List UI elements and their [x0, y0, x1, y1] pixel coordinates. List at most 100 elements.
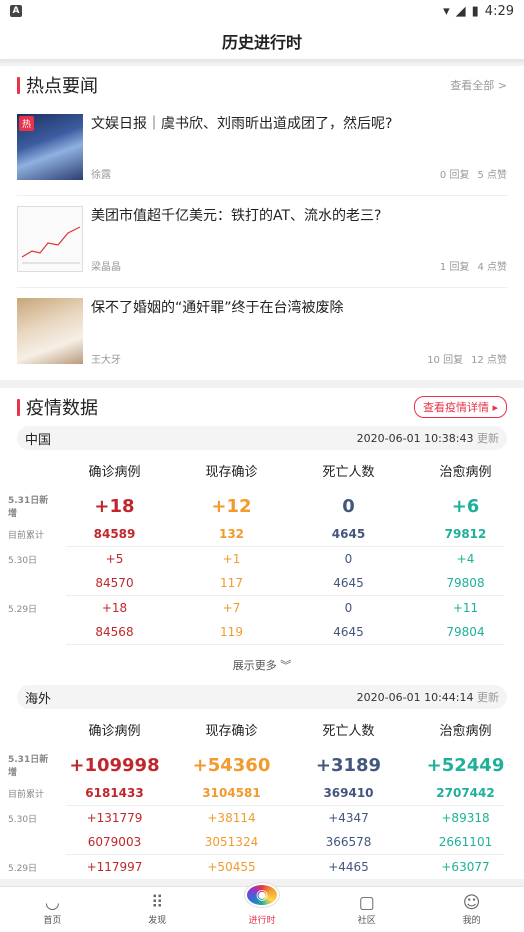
column-header: 死亡人数 [322, 723, 375, 739]
home-icon: ◡ [44, 893, 60, 913]
column-header: 治愈病例 [439, 464, 492, 480]
table-cell: 4645 [333, 576, 364, 590]
table-cell: +4347 [328, 811, 369, 825]
status-bar: A ▾ ◢ ▮ 4:29 [0, 0, 524, 22]
epidemic-title-text: 疫情数据 [26, 398, 98, 419]
table-cell: 366578 [325, 835, 372, 849]
table-cell: +3189 [315, 754, 382, 776]
table-cell: 119 [220, 625, 243, 639]
region-name: 中国 [25, 432, 52, 448]
clock: 4:29 [484, 3, 514, 19]
tab-label: 我的 [462, 916, 481, 926]
table-cell: 79808 [446, 576, 485, 590]
table-cell: +18 [101, 601, 128, 615]
overseas-data-table: 确诊病例 现存确诊 死亡人数 治愈病例 5.31日新增 +109998 +543… [0, 709, 524, 879]
table-cell: 4645 [331, 527, 366, 541]
news-title: 美团市值超千亿美元：铁打的AT、流水的老三? [91, 208, 382, 224]
news-item[interactable]: 热 文娱日报｜虞书欣、刘雨昕出道成团了，然后呢? 徐露 0 回复 5 点赞 [17, 104, 507, 196]
like-count: 12 点赞 [471, 355, 507, 366]
table-row: 6079003 3051324 366578 2661101 [0, 830, 524, 854]
region-bar-overseas: 海外 2020-06-01 10:44:14 更新 [17, 685, 507, 709]
table-cell: 2661101 [438, 835, 493, 849]
china-data-table: 确诊病例 现存确诊 死亡人数 治愈病例 5.31日新增 +18 +12 0 +6… [0, 450, 524, 645]
row-label: 目前累计 [8, 530, 45, 541]
table-cell: +6 [451, 495, 480, 517]
view-all-link[interactable]: 查看全部 > [450, 77, 507, 93]
table-cell: +4 [456, 552, 475, 566]
table-cell: 6181433 [85, 786, 144, 800]
table-row: 5.31日新增 +109998 +54360 +3189 +52449 [0, 749, 524, 781]
table-cell: +131779 [86, 811, 143, 825]
row-label: 5.29日 [8, 604, 38, 615]
table-cell: 4645 [333, 625, 364, 639]
epidemic-title: 疫情数据 [17, 394, 98, 420]
page-title: 历史进行时 [221, 32, 302, 52]
row-label: 目前累计 [8, 789, 45, 800]
column-header: 确诊病例 [88, 723, 141, 739]
table-row: 5.30日 +131779 +38114 +4347 +89318 [0, 806, 524, 830]
like-count: 4 点赞 [477, 262, 507, 273]
epidemic-header: 疫情数据 查看疫情详情 ▸ [17, 388, 507, 426]
profile-icon: ☺ [462, 893, 481, 913]
hot-tag: 热 [19, 116, 35, 131]
hot-news-title: 热点要闻 [17, 72, 98, 98]
tab-profile[interactable]: ☺ 我的 [419, 887, 524, 932]
tab-community[interactable]: ▢ 社区 [314, 887, 419, 932]
community-icon: ▢ [358, 893, 375, 913]
table-row: 目前累计 84589 132 4645 79812 [0, 522, 524, 546]
table-cell: 79812 [444, 527, 487, 541]
stock-chart-image [21, 226, 81, 264]
region-bar-china: 中国 2020-06-01 10:38:43 更新 [17, 426, 507, 450]
reply-count: 0 回复 [439, 170, 470, 181]
table-row: 5.29日 +117997 +50455 +4465 +63077 [0, 855, 524, 879]
tab-label: 社区 [357, 916, 376, 926]
table-cell: 132 [218, 527, 245, 541]
app-header: 历史进行时 [0, 22, 524, 60]
table-cell: 84570 [95, 576, 134, 590]
table-cell: 117 [220, 576, 243, 590]
news-author: 梁晶晶 [91, 262, 121, 273]
table-cell: +109998 [69, 754, 160, 776]
hot-news-header: 热点要闻 查看全部 > [17, 66, 507, 104]
table-row: 84570 117 4645 79808 [0, 571, 524, 595]
reply-count: 1 回复 [439, 262, 470, 273]
news-item[interactable]: 美团市值超千亿美元：铁打的AT、流水的老三? 梁晶晶 1 回复 4 点赞 [17, 196, 507, 288]
bottom-tab-bar: ◡ 首页 ⠿ 发现 ◉ 进行时 ▢ 社区 ☺ 我的 [0, 883, 524, 932]
status-right: ▾ ◢ ▮ 4:29 [443, 4, 514, 19]
row-label: 5.30日 [8, 814, 38, 825]
news-title: 文娱日报｜虞书欣、刘雨昕出道成团了，然后呢? [91, 116, 393, 132]
row-label: 5.31日新增 [8, 496, 49, 519]
tab-label: 首页 [43, 916, 62, 926]
table-cell: 84568 [95, 625, 134, 639]
battery-icon: ▮ [471, 3, 479, 19]
tab-discover[interactable]: ⠿ 发现 [105, 887, 210, 932]
news-author: 徐露 [91, 170, 111, 181]
table-cell: +54360 [192, 754, 271, 776]
news-author: 王大牙 [91, 355, 121, 366]
tab-home[interactable]: ◡ 首页 [0, 887, 105, 932]
row-label: 5.29日 [8, 863, 38, 874]
table-cell: +63077 [441, 860, 490, 874]
table-cell: 369410 [323, 786, 374, 800]
table-cell: +1 [222, 552, 241, 566]
table-cell: +117997 [86, 860, 143, 874]
tab-label: 进行时 [248, 916, 276, 926]
table-header-row: 确诊病例 现存确诊 死亡人数 治愈病例 [0, 709, 524, 749]
table-row: 84568 119 4645 79804 [0, 620, 524, 644]
show-more-button[interactable]: 展示更多 ︾ [17, 645, 507, 685]
news-item[interactable]: 保不了婚姻的“通奸罪”终于在台湾被废除 王大牙 10 回复 12 点赞 [17, 288, 507, 380]
tab-label: 发现 [148, 916, 167, 926]
title-accent-bar [17, 76, 20, 94]
table-row: 目前累计 6181433 3104581 369410 2707442 [0, 781, 524, 805]
table-row: 5.29日 +18 +7 0 +11 [0, 596, 524, 620]
view-epidemic-details-button[interactable]: 查看疫情详情 ▸ [413, 396, 507, 418]
column-header: 死亡人数 [322, 464, 375, 480]
table-cell: 6079003 [87, 835, 142, 849]
table-row: 5.30日 +5 +1 0 +4 [0, 547, 524, 571]
table-cell: 3051324 [204, 835, 259, 849]
tab-live[interactable]: ◉ 进行时 [210, 883, 315, 932]
reply-count: 10 回复 [427, 355, 464, 366]
table-row: 5.31日新增 +18 +12 0 +6 [0, 490, 524, 522]
news-title: 保不了婚姻的“通奸罪”终于在台湾被废除 [91, 300, 344, 316]
update-label: 更新 [477, 432, 499, 445]
